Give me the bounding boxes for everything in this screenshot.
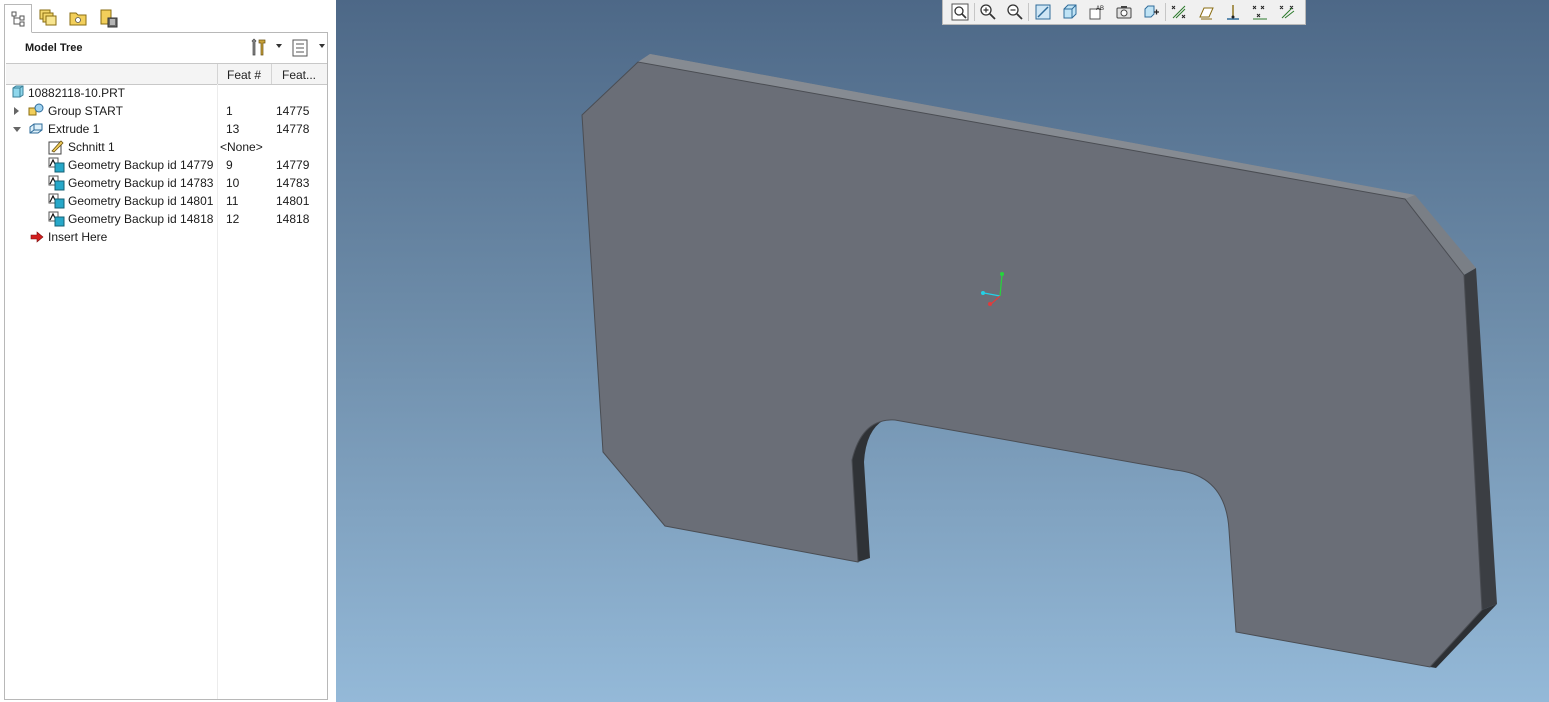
zoom-in-button[interactable] <box>976 1 1000 23</box>
tree-row-label: Extrude 1 <box>48 122 100 136</box>
model-tree-icon <box>11 11 25 27</box>
csys-display-button[interactable] <box>1275 1 1299 23</box>
toolbar-separator <box>974 3 975 21</box>
list-icon <box>292 39 308 57</box>
navigator-panel: Model Tree Feat # Feat... 10882118-10.PR… <box>0 0 336 702</box>
tree-row-label: Geometry Backup id 14779 <box>68 158 214 172</box>
toolbar-separator <box>1028 3 1029 21</box>
tree-columns-button[interactable] <box>291 38 309 58</box>
saved-views-icon: AB <box>1089 6 1104 20</box>
spin-center-icon <box>1144 5 1159 18</box>
folder-browser-tab[interactable] <box>64 4 92 32</box>
tree-row-sketch[interactable]: Schnitt 1 <None> <box>6 138 326 156</box>
tree-row-label: Geometry Backup id 14801 <box>68 194 214 208</box>
sketch-icon <box>48 140 64 155</box>
favorites-icon <box>100 9 118 28</box>
feat-number: 10 <box>226 176 240 190</box>
graphics-window[interactable]: AB <box>336 0 1549 702</box>
feat-id: 14775 <box>276 104 310 118</box>
svg-text:AB: AB <box>1096 6 1104 12</box>
geometry-backup-icon <box>48 157 65 173</box>
tree-row-label: Group START <box>48 104 123 118</box>
view-manager-icon <box>1116 6 1132 19</box>
feat-number: 9 <box>226 158 233 172</box>
feat-number: <None> <box>220 140 263 154</box>
datum-points-display-button[interactable] <box>1248 1 1272 23</box>
part-icon <box>12 85 24 98</box>
group-icon <box>28 103 44 116</box>
column-feat-id[interactable]: Feat... <box>282 68 316 82</box>
tree-row-geometry-backup[interactable]: Geometry Backup id 14801 11 14801 <box>6 192 326 210</box>
zoom-out-button[interactable] <box>1003 1 1027 23</box>
view-toolbar: AB <box>942 0 1306 25</box>
tree-row-label: Schnitt 1 <box>68 140 115 154</box>
zoom-in-icon <box>980 4 996 20</box>
feat-id: 14783 <box>276 176 310 190</box>
repaint-button[interactable] <box>1031 1 1055 23</box>
tree-row-geometry-backup[interactable]: Geometry Backup id 14779 9 14779 <box>6 156 326 174</box>
repaint-icon <box>1035 4 1051 20</box>
tree-row-label: Insert Here <box>48 230 108 244</box>
feat-id: 14778 <box>276 122 310 136</box>
model-tree-tab[interactable] <box>4 4 32 33</box>
datum-points-button[interactable] <box>1221 1 1245 23</box>
model-tree-header: Model Tree <box>6 36 326 62</box>
tree-column-header: Feat # Feat... <box>6 63 327 85</box>
geometry-backup-icon <box>48 175 65 191</box>
view-manager-button[interactable] <box>1112 1 1136 23</box>
chevron-down-icon[interactable] <box>319 44 325 48</box>
feat-number: 1 <box>226 104 233 118</box>
part-model[interactable] <box>336 0 1549 702</box>
display-style-icon <box>1063 4 1077 19</box>
toolbar-separator <box>1165 3 1166 21</box>
geometry-backup-icon <box>48 211 65 227</box>
tree-row-geometry-backup[interactable]: Geometry Backup id 14783 10 14783 <box>6 174 326 192</box>
csys-icon <box>1279 5 1295 19</box>
datum-points-icon <box>1227 5 1239 20</box>
insert-arrow-icon <box>30 231 44 243</box>
datum-planes-icon <box>1171 5 1186 19</box>
extrude-icon <box>29 123 43 134</box>
tree-row-group-start[interactable]: Group START 1 14775 <box>6 102 326 120</box>
collapse-arrow-icon[interactable] <box>13 127 21 132</box>
navigator-tab-strip <box>4 4 328 33</box>
datum-axes-icon <box>1199 7 1214 20</box>
tree-row-extrude[interactable]: Extrude 1 13 14778 <box>6 120 326 138</box>
column-feat-num[interactable]: Feat # <box>227 68 261 82</box>
chevron-down-icon[interactable] <box>276 44 282 48</box>
feat-number: 12 <box>226 212 240 226</box>
feat-number: 13 <box>226 122 240 136</box>
feat-id: 14818 <box>276 212 310 226</box>
feat-id: 14801 <box>276 194 310 208</box>
geometry-backup-icon <box>48 193 65 209</box>
tree-row-part[interactable]: 10882118-10.PRT <box>6 84 326 102</box>
refit-icon <box>951 3 969 21</box>
tree-row-insert-here[interactable]: Insert Here <box>6 228 326 246</box>
expand-arrow-icon[interactable] <box>14 107 19 115</box>
tree-row-label: Geometry Backup id 14818 <box>68 212 214 226</box>
saved-views-button[interactable]: AB <box>1085 1 1109 23</box>
layers-icon <box>39 9 57 26</box>
feat-id: 14779 <box>276 158 310 172</box>
tree-row-label: 10882118-10.PRT <box>28 86 125 100</box>
layers-tab[interactable] <box>34 4 62 32</box>
refit-button[interactable] <box>948 1 972 23</box>
feat-number: 11 <box>226 194 239 208</box>
zoom-out-icon <box>1007 4 1023 20</box>
spin-center-button[interactable] <box>1139 1 1163 23</box>
display-style-button[interactable] <box>1058 1 1082 23</box>
column-divider[interactable] <box>271 64 272 84</box>
point-display-icon <box>1252 5 1267 20</box>
tree-settings-button[interactable] <box>248 38 268 58</box>
favorites-tab[interactable] <box>94 4 122 32</box>
model-tree-title: Model Tree <box>25 42 83 54</box>
tree-row-label: Geometry Backup id 14783 <box>68 176 214 190</box>
datum-axes-button[interactable] <box>1194 1 1218 23</box>
column-divider[interactable] <box>217 64 218 84</box>
datum-planes-button[interactable] <box>1167 1 1191 23</box>
part-front-face <box>581 61 1483 668</box>
folder-icon <box>69 12 87 26</box>
tools-icon <box>251 38 266 56</box>
tree-row-geometry-backup[interactable]: Geometry Backup id 14818 12 14818 <box>6 210 326 228</box>
